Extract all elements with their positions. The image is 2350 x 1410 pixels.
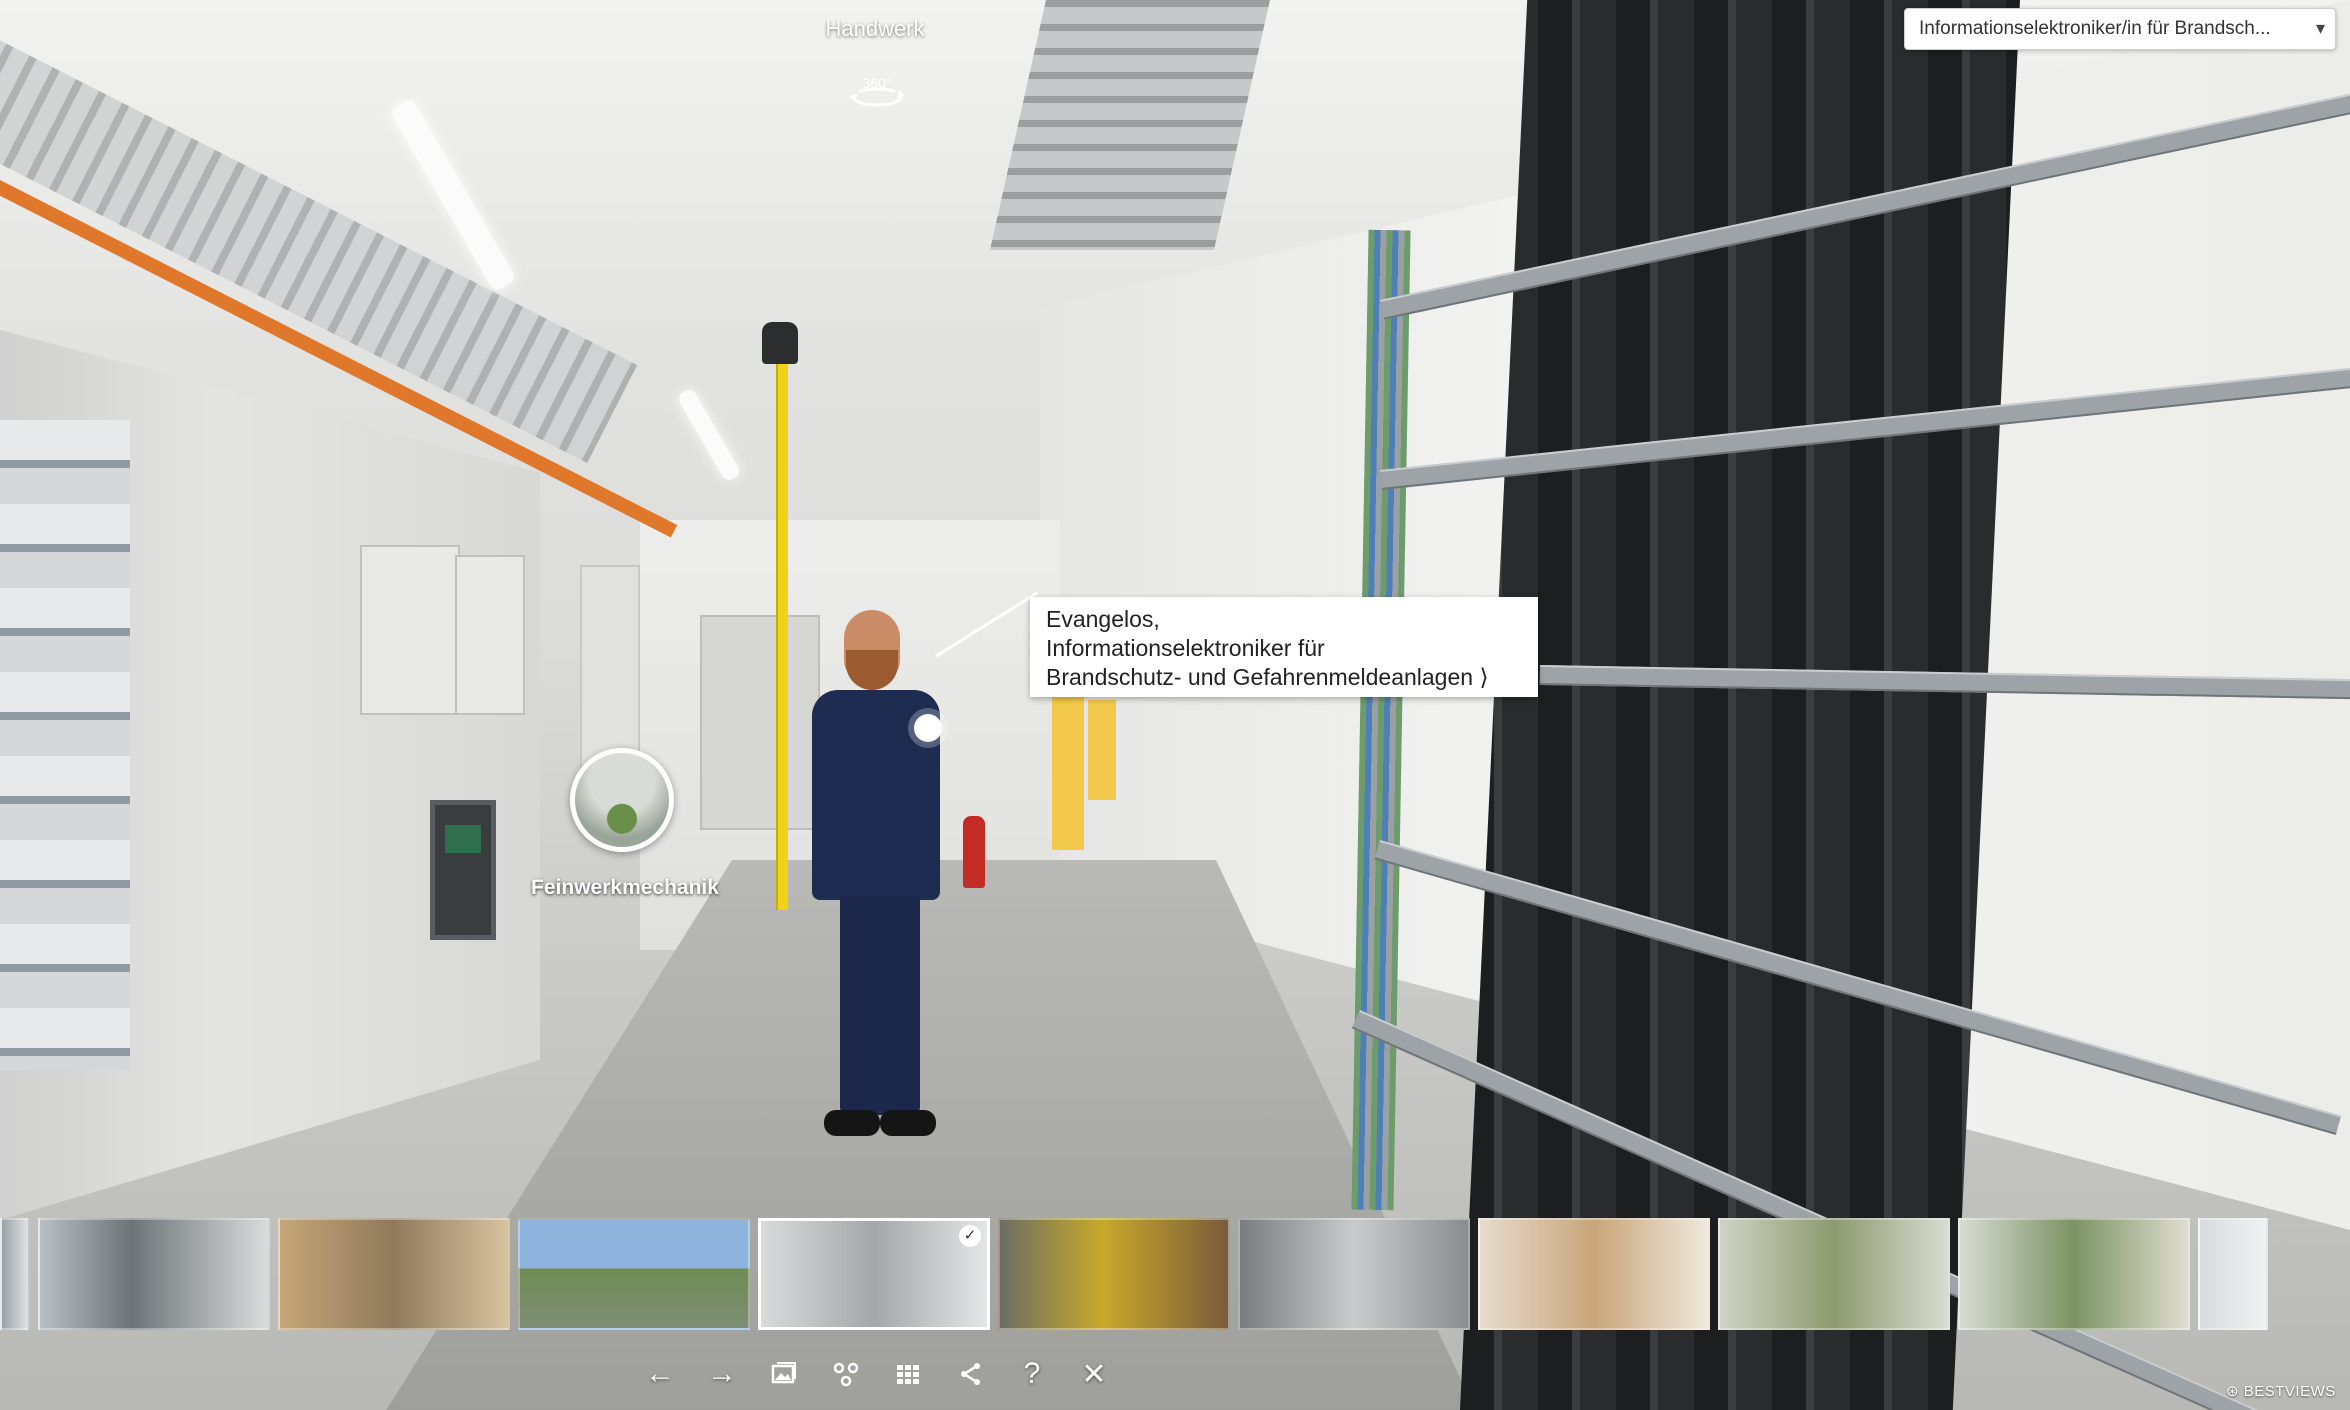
bottom-toolbar: ← → ? ✕ — [640, 1350, 1114, 1398]
scene-title: Handwerk — [825, 16, 925, 41]
share-icon[interactable] — [950, 1350, 990, 1398]
thumb-warehouse[interactable] — [278, 1218, 510, 1330]
detector-test-pole — [776, 330, 788, 910]
thumb-workshop-green[interactable] — [1958, 1218, 2190, 1330]
wall-poster — [1052, 690, 1084, 850]
panorama-view[interactable] — [0, 0, 2350, 1410]
person-evangelos — [800, 610, 950, 1140]
share-svg — [961, 1363, 980, 1385]
close-icon[interactable]: ✕ — [1074, 1350, 1114, 1398]
thumb-partial-end[interactable] — [2198, 1218, 2268, 1330]
cabinet-door — [455, 555, 525, 715]
thumb-tunnel[interactable] — [1238, 1218, 1470, 1330]
thumb-workshop-yellow[interactable] — [998, 1218, 1230, 1330]
pole-head — [762, 322, 798, 364]
person-shoe — [880, 1110, 936, 1136]
thumb-partial[interactable] — [0, 1218, 30, 1330]
thumb-server-room[interactable] — [38, 1218, 270, 1330]
person-shoe — [824, 1110, 880, 1136]
info-role-detail: Brandschutz- und Gefahrenmeldeanlagen ⟩ — [1046, 664, 1489, 690]
hotspot-feinwerkmechanik-thumbnail[interactable] — [570, 748, 674, 852]
bestviews-logo: ⊛ BESTVIEWS — [2226, 1383, 2336, 1400]
info-popup-evangelos[interactable]: Evangelos, Informationselektroniker für … — [1030, 597, 1538, 697]
scene-select-dropdown[interactable]: Informationselektroniker/in für Brandsch… — [1904, 8, 2336, 50]
thumb-current-room[interactable]: ✓ — [758, 1218, 990, 1330]
fire-extinguisher — [963, 816, 985, 888]
info-name: Evangelos, — [1046, 606, 1160, 632]
hotspots-icon[interactable] — [826, 1350, 866, 1398]
thumb-lab[interactable] — [1718, 1218, 1950, 1330]
rack-strip — [0, 420, 130, 1070]
person-legs — [840, 895, 920, 1115]
ceiling-light — [676, 387, 742, 483]
help-icon[interactable]: ? — [1012, 1350, 1052, 1398]
gallery-svg — [771, 1362, 796, 1384]
forward-arrow-icon[interactable]: → — [702, 1350, 742, 1398]
circuit-breaker — [430, 800, 496, 940]
gallery-icon[interactable] — [764, 1350, 804, 1398]
hotspots-svg — [833, 1362, 859, 1387]
cabinet-door — [360, 545, 460, 715]
caret-down-icon: ▾ — [2315, 18, 2325, 38]
info-hotspot-dot[interactable] — [914, 714, 942, 742]
info-role: Informationselektroniker für — [1046, 635, 1325, 661]
rotate-360-icon: 360° — [849, 75, 905, 107]
wall-poster — [1088, 700, 1116, 800]
thumb-bright-hall[interactable] — [1478, 1218, 1710, 1330]
scene-thumbnail-strip[interactable]: ✓ — [0, 1218, 2282, 1336]
back-arrow-icon[interactable]: ← — [640, 1350, 680, 1398]
person-beard — [846, 650, 898, 690]
dropdown-selected-value: Informationselektroniker/in für Brandsch… — [1919, 18, 2271, 39]
grid-icon[interactable] — [888, 1350, 928, 1398]
active-check-icon: ✓ — [959, 1225, 981, 1247]
hotspot-feinwerkmechanik-label[interactable]: Feinwerkmechanik — [515, 876, 735, 900]
thumb-outdoor[interactable] — [518, 1218, 750, 1330]
grid-svg — [897, 1365, 919, 1384]
